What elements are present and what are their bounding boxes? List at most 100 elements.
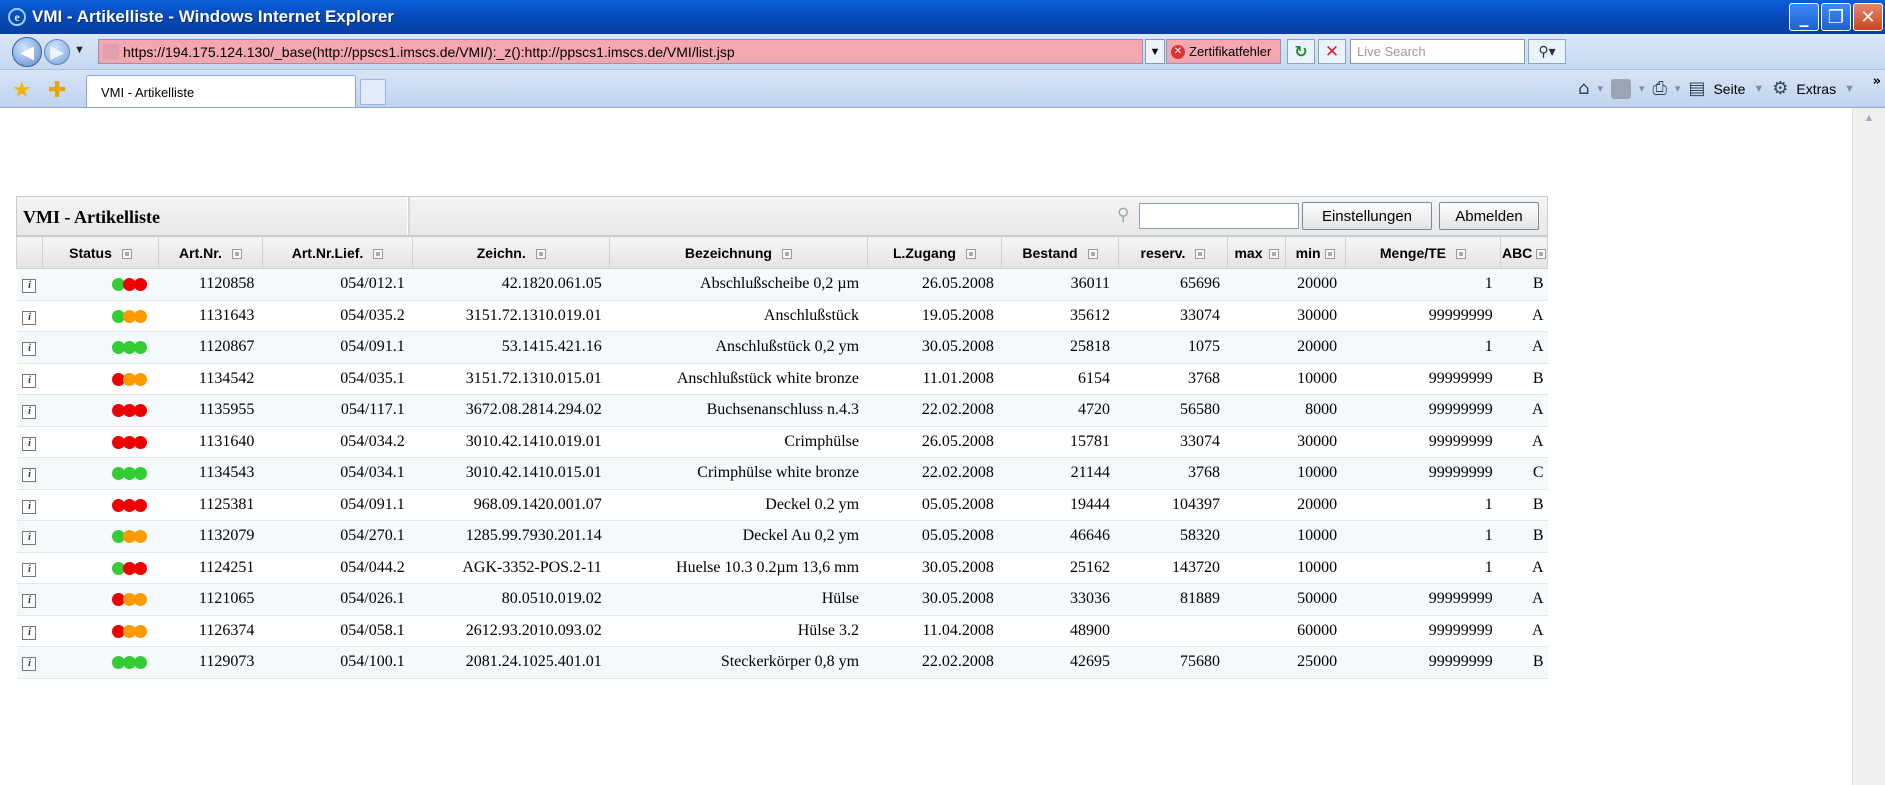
table-row[interactable]: i 1120858 054/012.1 42.1820.061.05 Abschlußs… xyxy=(16,268,1548,301)
minimize-button[interactable]: _ xyxy=(1789,3,1819,31)
sort-icon[interactable] xyxy=(373,248,384,259)
cell-abc: A xyxy=(1500,331,1548,364)
table-body: i 1120858 054/012.1 42.1820.061.05 Abschlußs… xyxy=(16,268,1548,679)
table-row[interactable]: i 1134542 054/035.1 3151.72.1310.015.01 Ansc… xyxy=(16,363,1548,395)
info-icon[interactable]: i xyxy=(22,657,37,672)
sort-icon[interactable] xyxy=(1536,248,1547,259)
forward-button[interactable]: ▶ xyxy=(44,39,70,65)
scroll-up-icon[interactable]: ▲ xyxy=(1853,108,1885,128)
info-icon[interactable]: i xyxy=(22,373,37,388)
cell-bezeichnung: Anschlußstück xyxy=(609,300,868,332)
refresh-icon[interactable]: ↻ xyxy=(1287,39,1315,64)
info-icon[interactable]: i xyxy=(22,436,37,451)
search-icon[interactable]: ⚲▾ xyxy=(1528,39,1566,64)
info-icon[interactable]: i xyxy=(22,531,37,546)
column-header-menge-te[interactable]: Menge/TE xyxy=(1344,236,1502,269)
cell-zeichn: AGK-3352-POS.2-11 xyxy=(412,552,610,584)
info-icon[interactable]: i xyxy=(22,279,37,294)
home-icon[interactable]: ⌂ xyxy=(1578,78,1589,99)
new-tab-button[interactable] xyxy=(360,79,386,105)
column-header-min[interactable]: min xyxy=(1284,236,1346,269)
cert-error-icon: ✕ xyxy=(1171,44,1185,59)
add-favorite-icon[interactable]: ✚ xyxy=(48,78,66,103)
sort-icon[interactable] xyxy=(1268,248,1279,259)
logout-button[interactable]: Abmelden xyxy=(1439,202,1539,230)
cell-zeichn: 42.1820.061.05 xyxy=(412,268,610,301)
sort-icon[interactable] xyxy=(1324,248,1335,259)
sort-icon[interactable] xyxy=(1456,248,1467,259)
search-input[interactable] xyxy=(1139,203,1299,229)
back-button[interactable]: ◀ xyxy=(12,37,42,67)
table-row[interactable]: i 1120867 054/091.1 53.1415.421.16 Anschlußs… xyxy=(16,331,1548,364)
tab-vmi-artikelliste[interactable]: VMI - Artikelliste xyxy=(86,75,356,107)
cell-min: 8000 xyxy=(1285,394,1346,427)
sort-icon[interactable] xyxy=(121,248,132,259)
maximize-button[interactable]: ❐ xyxy=(1821,3,1851,31)
column-header-max[interactable]: max xyxy=(1227,236,1286,269)
column-header-bezeichnung[interactable]: Bezeichnung xyxy=(609,236,868,269)
stop-icon[interactable]: ✕ xyxy=(1318,39,1346,64)
panel-title: VMI - Artikelliste xyxy=(23,207,160,227)
table-row[interactable]: i 1129073 054/100.1 2081.24.1025.401.01 Stec… xyxy=(16,646,1548,679)
table-row[interactable]: i 1121065 054/026.1 80.0510.019.02 Hülse 30.0… xyxy=(16,583,1548,616)
print-icon[interactable]: ⎙ xyxy=(1653,78,1667,99)
column-header-reserv[interactable]: reserv. xyxy=(1117,236,1229,269)
cell-artnr: 1120867 xyxy=(158,331,263,364)
info-icon[interactable]: i xyxy=(22,625,37,640)
extras-menu[interactable]: Extras xyxy=(1796,81,1836,97)
table-row[interactable]: i 1126374 054/058.1 2612.93.2010.093.02 Hüls… xyxy=(16,615,1548,647)
cell-reserv: 33074 xyxy=(1118,300,1228,332)
status-red-dot-icon xyxy=(133,498,147,512)
address-dropdown-icon[interactable]: ▼ xyxy=(1145,39,1165,64)
info-icon[interactable]: i xyxy=(22,405,37,420)
table-row[interactable]: i 1132079 054/270.1 1285.99.7930.201.14 Deck… xyxy=(16,520,1548,553)
info-icon[interactable]: i xyxy=(22,310,37,325)
table-row[interactable]: i 1131640 054/034.2 3010.42.1410.019.01 Crim… xyxy=(16,426,1548,458)
column-header-artnr-lief[interactable]: Art.Nr.Lief. xyxy=(261,236,414,269)
certificate-error-button[interactable]: ✕ Zertifikatfehler xyxy=(1166,39,1281,64)
info-icon[interactable]: i xyxy=(22,342,37,357)
table-row[interactable]: i 1125381 054/091.1 968.09.1420.001.07 Decke… xyxy=(16,489,1548,521)
cell-menge-te: 99999999 xyxy=(1345,426,1501,458)
info-cell: i xyxy=(16,583,43,616)
column-header-artnr[interactable]: Art.Nr. xyxy=(158,236,263,269)
cell-zeichn: 53.1415.421.16 xyxy=(412,331,610,364)
column-header-zeichn[interactable]: Zeichn. xyxy=(412,236,611,269)
address-url[interactable]: https://194.175.124.130/_base(http://pps… xyxy=(123,44,735,60)
sort-icon[interactable] xyxy=(1087,248,1098,259)
column-header-abc[interactable]: ABC xyxy=(1500,236,1548,269)
address-field[interactable]: https://194.175.124.130/_base(http://pps… xyxy=(98,39,1143,64)
cell-max xyxy=(1227,394,1286,427)
info-icon[interactable]: i xyxy=(22,499,37,514)
sort-icon[interactable] xyxy=(535,248,546,259)
info-icon[interactable]: i xyxy=(22,562,37,577)
cell-lzugang: 22.02.2008 xyxy=(867,646,1002,679)
table-row[interactable]: i 1135955 054/117.1 3672.08.2814.294.02 Buch… xyxy=(16,394,1548,427)
settings-button[interactable]: Einstellungen xyxy=(1302,202,1432,230)
column-header-bestand[interactable]: Bestand xyxy=(1001,236,1119,269)
cell-menge-te: 1 xyxy=(1345,552,1501,584)
live-search-input[interactable]: Live Search xyxy=(1350,39,1525,64)
info-icon[interactable]: i xyxy=(22,468,37,483)
vertical-scrollbar[interactable]: ▲ xyxy=(1852,108,1885,785)
column-header-lzugang[interactable]: L.Zugang xyxy=(866,236,1003,269)
favorites-star-icon[interactable]: ★ xyxy=(12,78,32,103)
table-row[interactable]: i 1131643 054/035.2 3151.72.1310.019.01 Ansc… xyxy=(16,300,1548,332)
sort-icon[interactable] xyxy=(965,248,976,259)
chevron-more-icon[interactable]: » xyxy=(1873,74,1881,89)
feeds-icon[interactable] xyxy=(1610,78,1631,99)
close-button[interactable]: ✕ xyxy=(1853,3,1883,31)
cell-lzugang: 26.05.2008 xyxy=(867,268,1002,301)
sort-icon[interactable] xyxy=(231,248,242,259)
cell-artnr-lief: 054/035.1 xyxy=(262,363,413,395)
article-list-panel: VMI - Artikelliste ⚲ Einstellungen Abmel… xyxy=(16,196,1548,679)
history-dropdown-icon[interactable]: ▼ xyxy=(74,44,85,56)
sort-icon[interactable] xyxy=(781,248,792,259)
table-row[interactable]: i 1124251 054/044.2 AGK-3352-POS.2-11 Huelse… xyxy=(16,552,1548,584)
sort-icon[interactable] xyxy=(1195,248,1206,259)
column-header-status[interactable]: Status xyxy=(41,236,160,269)
status-red-dot-icon xyxy=(133,561,147,575)
info-icon[interactable]: i xyxy=(22,594,37,609)
page-menu[interactable]: Seite xyxy=(1713,81,1745,97)
table-row[interactable]: i 1134543 054/034.1 3010.42.1410.015.01 Crim… xyxy=(16,457,1548,490)
